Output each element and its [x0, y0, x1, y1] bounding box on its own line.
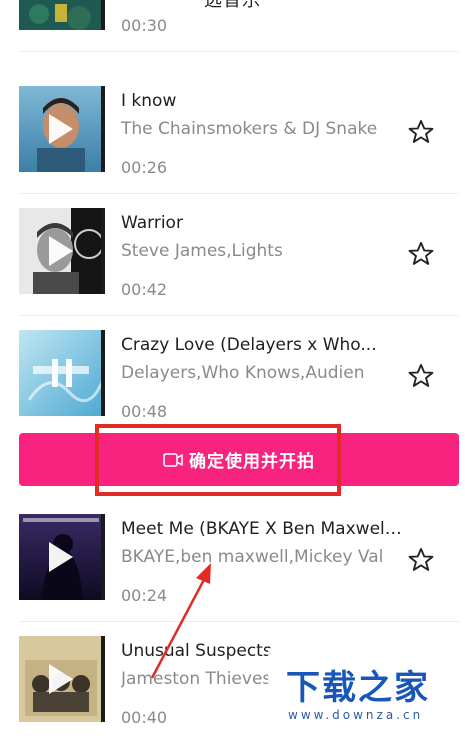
row-divider	[19, 51, 459, 52]
watermark-url: www.downza.cn	[288, 708, 424, 722]
song-duration: 00:30	[121, 16, 168, 35]
song-duration: 00:24	[121, 586, 168, 605]
vinyl-edge	[101, 208, 105, 294]
song-title: I know	[121, 91, 177, 111]
cover-art-portrait-blue[interactable]	[19, 86, 105, 172]
song-duration: 00:40	[121, 708, 168, 727]
pause-icon[interactable]	[52, 359, 72, 387]
song-duration: 00:42	[121, 280, 168, 299]
cover-art-crazy-love[interactable]	[19, 330, 105, 416]
star-icon[interactable]	[407, 240, 435, 268]
annotation-highlight-box	[95, 424, 341, 496]
watermark-logo: 下载之家	[286, 668, 430, 708]
song-title: Meet Me (BKAYE X Ben Maxwell...	[121, 519, 403, 539]
song-title: Warrior	[121, 213, 183, 233]
vinyl-edge	[101, 86, 105, 172]
list-item[interactable]: Warrior Steve James,Lights 00:42	[0, 194, 465, 316]
star-icon[interactable]	[407, 546, 435, 574]
cover-art-forest[interactable]	[19, 0, 105, 30]
list-item[interactable]: Meet Me (BKAYE X Ben Maxwell... BKAYE,be…	[0, 500, 465, 622]
play-icon[interactable]	[49, 664, 73, 694]
list-item[interactable]: 00:30	[0, 0, 465, 52]
watermark: 下载之家 www.downza.cn	[268, 650, 465, 735]
song-artist: BKAYE,ben maxwell,Mickey Valen	[121, 547, 383, 567]
vinyl-edge	[101, 0, 105, 30]
song-title: Crazy Love (Delayers x Who...	[121, 335, 377, 355]
vinyl-edge	[101, 636, 105, 722]
cover-art-meet-me[interactable]	[19, 514, 105, 600]
song-artist: Steve James,Lights	[121, 241, 283, 261]
vinyl-edge	[101, 514, 105, 600]
play-icon[interactable]	[49, 114, 73, 144]
list-item[interactable]: I know The Chainsmokers & DJ Snake 00:26	[0, 72, 465, 194]
song-artist: Delayers,Who Knows,Audien	[121, 363, 365, 383]
star-icon[interactable]	[407, 362, 435, 390]
play-icon[interactable]	[49, 236, 73, 266]
vinyl-edge	[101, 330, 105, 416]
star-icon[interactable]	[407, 118, 435, 146]
cover-art-unusual-suspects[interactable]	[19, 636, 105, 722]
song-duration: 00:48	[121, 402, 168, 421]
play-icon[interactable]	[49, 542, 73, 572]
song-artist: The Chainsmokers & DJ Snake	[121, 119, 378, 139]
list-item[interactable]: Crazy Love (Delayers x Who... Delayers,W…	[0, 316, 465, 438]
song-duration: 00:26	[121, 158, 168, 177]
cover-art-portrait-bw[interactable]	[19, 208, 105, 294]
album-cover-image	[19, 0, 103, 30]
